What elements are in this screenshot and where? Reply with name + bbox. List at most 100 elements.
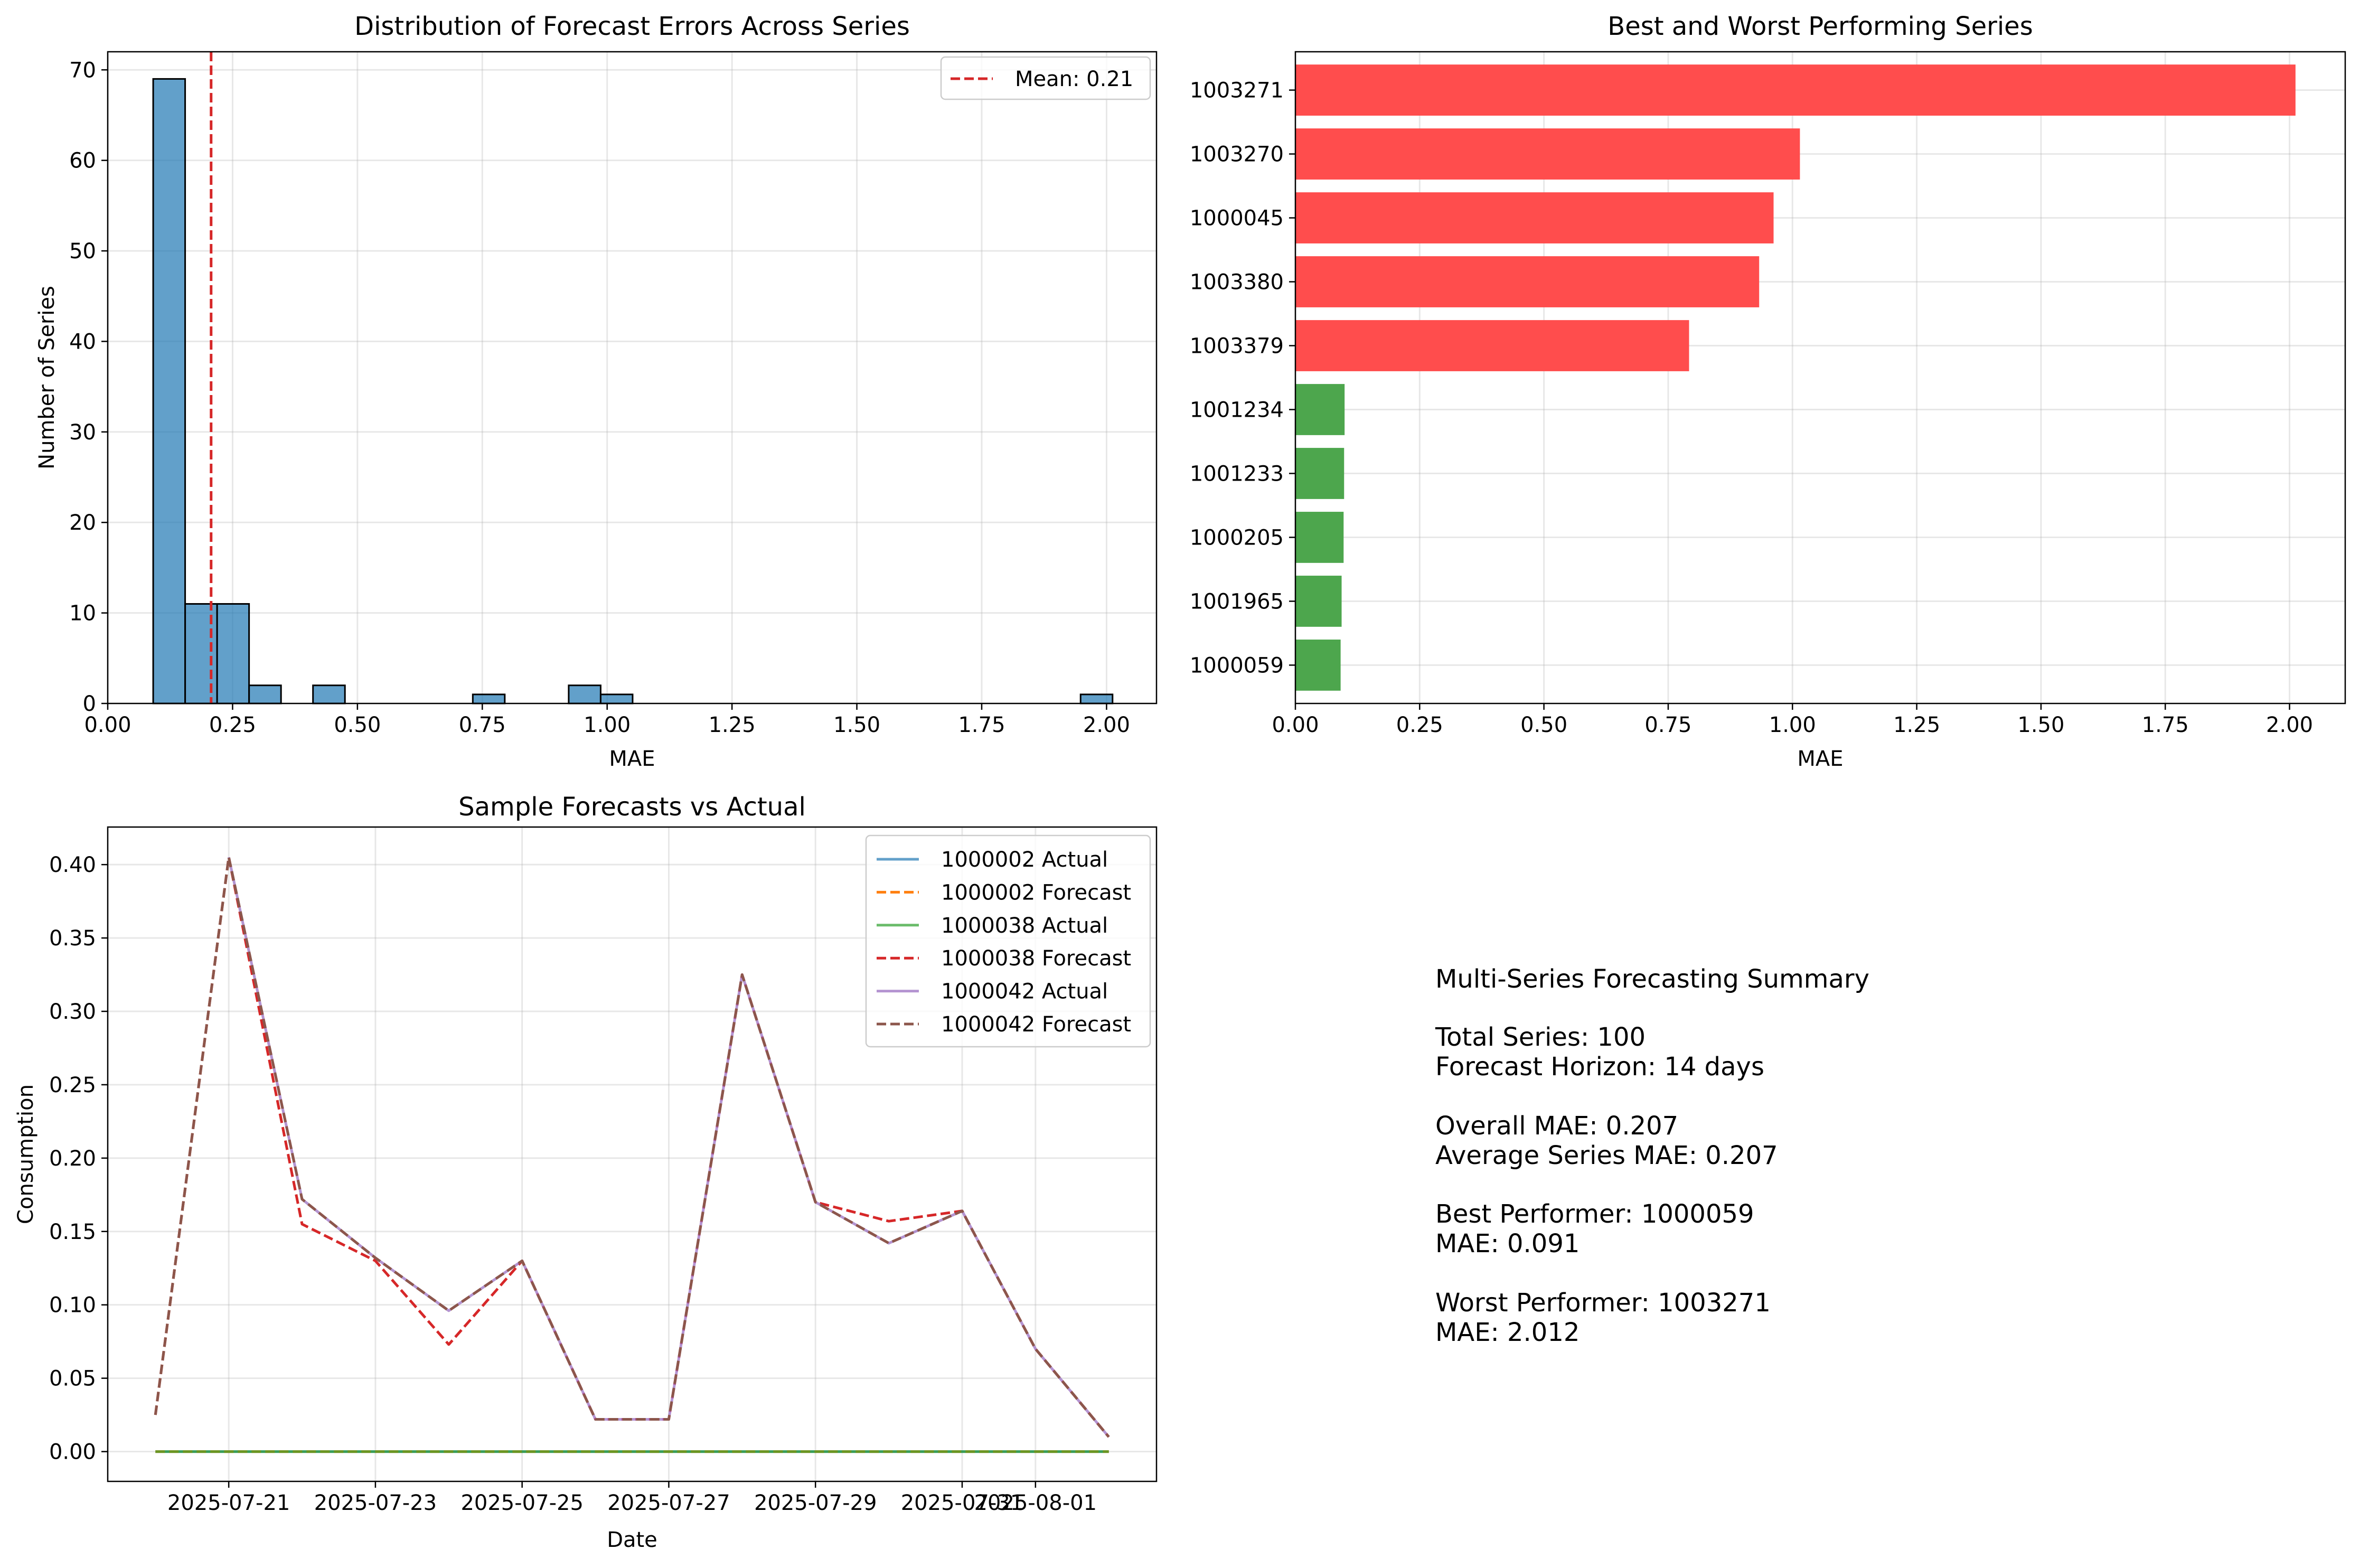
histogram-ytick-label: 60: [69, 149, 96, 173]
legend-label-mean: Mean: 0.21: [1015, 67, 1133, 91]
summary-worst-performer: Worst Performer: 1003271: [1435, 1288, 1771, 1318]
bars-xtick-label: 0.75: [1644, 713, 1691, 737]
summary-average-series-mae: Average Series MAE: 0.207: [1435, 1141, 1778, 1170]
histogram-xtick-label: 2.00: [1083, 713, 1130, 737]
histogram-xtick-label: 0.50: [334, 713, 381, 737]
histogram-xtick-label: 0.75: [459, 713, 506, 737]
performance-bar: [1295, 448, 1344, 499]
histogram-ytick-label: 10: [69, 602, 96, 626]
series-id-label: 1003379: [1190, 334, 1284, 359]
lines-ylabel: Consumption: [14, 1084, 38, 1224]
summary-best-performer: Best Performer: 1000059: [1435, 1199, 1754, 1229]
bars-xtick-label: 0.00: [1272, 713, 1319, 737]
histogram-bar: [312, 684, 346, 705]
summary-worst-mae: MAE: 2.012: [1435, 1318, 1579, 1347]
lines-xlabel: Date: [607, 1528, 657, 1552]
lines-xtick-label: 2025-07-25: [460, 1491, 583, 1515]
bars-xtick-label: 1.50: [2017, 713, 2064, 737]
lines-xtick-label: 2025-07-23: [314, 1491, 437, 1515]
lines-ytick-label: 0.20: [49, 1147, 96, 1171]
bars-xtick-label: 0.50: [1520, 713, 1567, 737]
series-id-label: 1003380: [1190, 270, 1284, 295]
performance-bar: [1295, 256, 1760, 307]
legend-label: 1000002 Actual: [941, 848, 1108, 872]
histogram-bar: [216, 603, 250, 705]
series-id-label: 1000045: [1190, 206, 1284, 231]
summary-overall-mae: Overall MAE: 0.207: [1435, 1111, 1678, 1141]
histogram-xtick-label: 0.00: [84, 713, 131, 737]
histogram-xtick-label: 1.00: [584, 713, 631, 737]
series-id-label: 1001965: [1190, 589, 1284, 614]
bars-xtick-label: 1.00: [1769, 713, 1816, 737]
summary-panel: Multi-Series Forecasting Summary Total S…: [1435, 964, 1869, 1347]
histogram-bar: [599, 693, 634, 705]
lines-title: Sample Forecasts vs Actual: [458, 792, 806, 822]
lines-ytick-label: 0.15: [49, 1220, 96, 1244]
summary-forecast-horizon: Forecast Horizon: 14 days: [1435, 1052, 1764, 1082]
series-id-label: 1000205: [1190, 525, 1284, 550]
histogram-panel: 0.00 0.25 0.50 0.75 1.00 1.25 1.50 1.75 2.00 0 10 2…: [35, 12, 1158, 771]
legend-label: 1000002 Forecast: [941, 880, 1131, 905]
histogram-xtick-label: 0.25: [209, 713, 256, 737]
bars-title: Best and Worst Performing Series: [1607, 12, 2033, 41]
lines-ytick-label: 0.40: [49, 853, 96, 877]
performance-bar: [1295, 576, 1342, 627]
best-worst-panel: 1003271 1003270 1000045 1003380 1003379 10012…: [1190, 12, 2346, 771]
forecast-lines-panel: 2025-07-21 2025-07-23 2025-07-25 2025-07-27…: [14, 792, 1158, 1552]
histogram-grid: [107, 52, 1157, 705]
performance-bar: [1295, 640, 1341, 691]
histogram-ytick-label: 50: [69, 239, 96, 264]
performance-bar: [1295, 512, 1344, 563]
histogram-bar: [248, 684, 282, 705]
summary-title: Multi-Series Forecasting Summary: [1435, 964, 1869, 994]
lines-ytick-label: 0.35: [49, 926, 96, 951]
histogram-bar: [568, 684, 601, 705]
legend-label: 1000042 Forecast: [941, 1012, 1131, 1037]
legend-label: 1000038 Forecast: [941, 946, 1131, 971]
histogram-xlabel: MAE: [609, 747, 655, 771]
performance-bar: [1295, 64, 2296, 116]
bars-xtick-label: 1.75: [2142, 713, 2189, 737]
series-id-label: 1001234: [1190, 398, 1284, 422]
performance-bar: [1295, 192, 1774, 243]
histogram-legend: Mean: 0.21: [940, 56, 1151, 100]
bars-xtick-label: 1.25: [1893, 713, 1940, 737]
histogram-ylabel: Number of Series: [35, 286, 59, 470]
lines-xtick-label: 2025-07-27: [607, 1491, 730, 1515]
figure: 0.00 0.25 0.50 0.75 1.00 1.25 1.50 1.75 2.00 0 10 2…: [14, 12, 2346, 1552]
summary-best-mae: MAE: 0.091: [1435, 1229, 1579, 1259]
performance-bar: [1295, 384, 1345, 435]
performance-bar: [1295, 128, 1800, 180]
histogram-ytick-label: 70: [69, 58, 96, 82]
histogram-ytick-label: 30: [69, 420, 96, 445]
histogram-axes-frame: [107, 51, 1158, 705]
histogram-xtick-label: 1.25: [709, 713, 756, 737]
bars-xlabel: MAE: [1797, 747, 1843, 771]
lines-legend: 1000002 Actual 1000002 Forecast 1000038 Ac…: [865, 834, 1151, 1048]
histogram-bar: [1079, 693, 1114, 705]
histogram-ytick-label: 40: [69, 330, 96, 354]
lines-xtick-label: 2025-08-01: [974, 1491, 1097, 1515]
lines-ytick-label: 0.05: [49, 1367, 96, 1391]
histogram-bar: [152, 78, 186, 705]
lines-ytick-label: 0.30: [49, 1000, 96, 1024]
series-id-label: 1003271: [1190, 79, 1284, 103]
legend-label: 1000038 Actual: [941, 914, 1108, 938]
lines-xtick-label: 2025-07-21: [167, 1491, 290, 1515]
histogram-xtick-label: 1.75: [958, 713, 1005, 737]
histogram-xtick-label: 1.50: [833, 713, 880, 737]
performance-bar: [1295, 320, 1689, 371]
histogram-ytick-label: 0: [83, 692, 96, 716]
series-id-label: 1001233: [1190, 462, 1284, 486]
lines-ytick-label: 0.00: [49, 1440, 96, 1464]
lines-ytick-label: 0.25: [49, 1073, 96, 1097]
bars-xtick-label: 2.00: [2266, 713, 2313, 737]
histogram-bar: [472, 693, 506, 705]
histogram-ytick-label: 20: [69, 511, 96, 535]
histogram-title: Distribution of Forecast Errors Across S…: [354, 12, 910, 41]
lines-ytick-label: 0.10: [49, 1293, 96, 1318]
series-id-label: 1003270: [1190, 143, 1284, 167]
legend-label: 1000042 Actual: [941, 980, 1108, 1004]
lines-xtick-label: 2025-07-29: [754, 1491, 877, 1515]
summary-total-series: Total Series: 100: [1435, 1022, 1646, 1052]
